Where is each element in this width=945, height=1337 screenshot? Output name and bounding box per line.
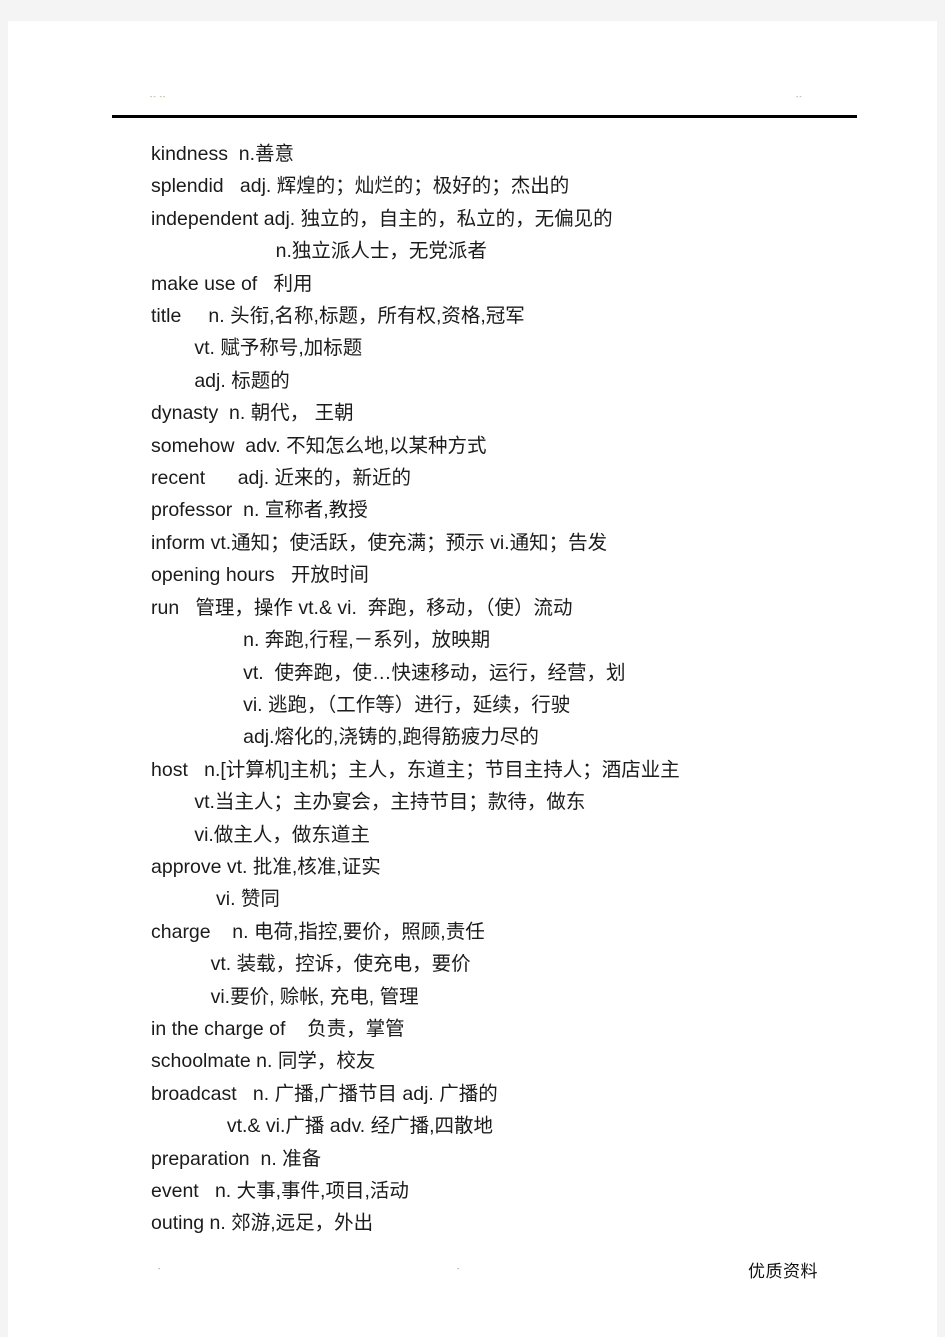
vocabulary-line: inform vt.通知；使活跃，使充满；预示 vi.通知；告发 (151, 531, 608, 554)
vocabulary-line: vi. 逃跑，（工作等）进行，延续，行驶 (151, 693, 571, 716)
footer-watermark: 优质资料 (748, 1262, 818, 1281)
vocabulary-line: vi.要价, 赊帐, 充电, 管理 (151, 985, 419, 1008)
vocabulary-line: n. 奔跑,行程,－系列，放映期 (151, 629, 491, 652)
vocabulary-line: kindness n.善意 (151, 143, 295, 165)
vocabulary-line: somehow adv. 不知怎么地,以某种方式 (151, 434, 487, 457)
footer-left-mark: - (158, 1266, 161, 1273)
vocabulary-line: dynasty n. 朝代， 王朝 (151, 402, 354, 425)
vocabulary-line: approve vt. 批准,核准,证实 (151, 855, 381, 878)
vocabulary-line: vt. 使奔跑，使…快速移动，运行，经营，划 (151, 661, 626, 684)
vocabulary-line: vt. 装载，控诉，使充电，要价 (151, 953, 471, 976)
vocabulary-line: host n.[计算机]主机；主人，东道主；节目主持人；酒店业主 (151, 758, 680, 781)
vocabulary-line: charge n. 电荷,指控,要价，照顾,责任 (151, 920, 485, 943)
vocabulary-line: vt.& vi.广播 adv. 经广播,四散地 (151, 1115, 494, 1138)
vocabulary-line: adj.熔化的,浇铸的,跑得筋疲力尽的 (151, 726, 539, 749)
vocabulary-line: run 管理，操作 vt.& vi. 奔跑，移动，（使）流动 (151, 596, 573, 619)
vocabulary-line: vt.当主人；主办宴会，主持节目；款待，做东 (151, 791, 586, 814)
vocabulary-line: vt. 赋予称号,加标题 (151, 337, 363, 360)
vocabulary-line: opening hours 开放时间 (151, 564, 369, 587)
vocabulary-line: in the charge of 负责，掌管 (151, 1017, 405, 1040)
vocabulary-line: title n. 头衔,名称,标题，所有权,资格,冠军 (151, 305, 525, 328)
header-divider (112, 115, 857, 118)
vocabulary-line: preparation n. 准备 (151, 1147, 322, 1170)
vocabulary-line: event n. 大事,事件,项目,活动 (151, 1180, 409, 1202)
footer-center-mark: - (457, 1266, 460, 1273)
header-right-mark: -- (796, 94, 803, 101)
vocabulary-line: n.独立派人士，无党派者 (151, 240, 487, 263)
page-footer: - - 优质资料 (112, 1257, 857, 1287)
header-left-mark: -- -- (150, 94, 167, 101)
vocabulary-line: adj. 标题的 (151, 369, 290, 392)
vocabulary-line: broadcast n. 广播,广播节目 adj. 广播的 (151, 1082, 498, 1105)
vocabulary-line: professor n. 宣称者,教授 (151, 499, 368, 522)
vocabulary-line: outing n. 郊游,远足，外出 (151, 1212, 374, 1235)
vocabulary-list: kindness n.善意 splendid adj. 辉煌的；灿烂的；极好的；杰… (151, 138, 911, 1240)
vocabulary-line: splendid adj. 辉煌的；灿烂的；极好的；杰出的 (151, 175, 570, 198)
document-page: -- -- -- kindness n.善意 splendid adj. 辉煌的；… (8, 21, 937, 1337)
vocabulary-line: recent adj. 近来的，新近的 (151, 467, 412, 490)
vocabulary-line: vi.做主人，做东道主 (151, 823, 370, 846)
vocabulary-line: make use of 利用 (151, 272, 313, 295)
vocabulary-line: independent adj. 独立的，自主的，私立的，无偏见的 (151, 207, 613, 230)
vocabulary-line: vi. 赞同 (151, 888, 280, 911)
vocabulary-line: schoolmate n. 同学，校友 (151, 1050, 376, 1073)
page-header: -- -- -- (112, 78, 857, 112)
